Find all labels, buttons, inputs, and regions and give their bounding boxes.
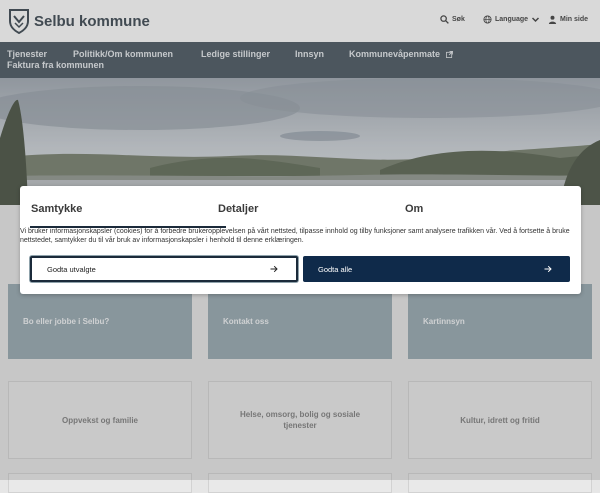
accept-all-label: Godta alle — [318, 264, 353, 274]
accept-all-button[interactable]: Godta alle — [303, 256, 570, 282]
tab-om[interactable]: Om — [405, 203, 423, 215]
consent-tabs: Samtykke Detaljer Om — [20, 186, 581, 228]
accept-selected-button[interactable]: Godta utvalgte — [30, 256, 298, 282]
cookie-consent-dialog: Samtykke Detaljer Om Vi bruker informasj… — [20, 186, 581, 294]
accept-selected-label: Godta utvalgte — [47, 264, 96, 274]
tab-samtykke[interactable]: Samtykke — [31, 203, 82, 215]
consent-description: Vi bruker informasjonskapsler (cookies) … — [20, 228, 570, 244]
arrow-right-icon — [544, 265, 552, 273]
arrow-right-icon — [270, 265, 278, 273]
tab-detaljer[interactable]: Detaljer — [218, 203, 258, 215]
